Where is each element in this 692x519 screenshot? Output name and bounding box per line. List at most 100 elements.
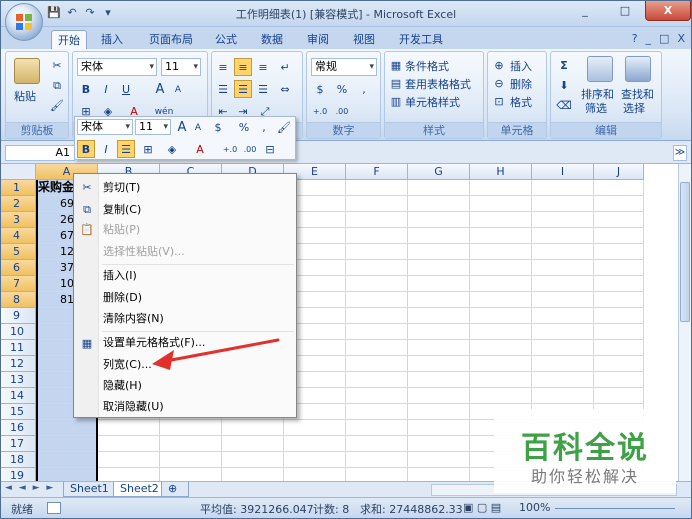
table-format-button[interactable]: 套用表格格式 xyxy=(405,76,471,92)
sheet-tab-2[interactable]: Sheet2 xyxy=(113,482,166,497)
cell-f19[interactable] xyxy=(346,468,408,481)
cell-h6[interactable] xyxy=(470,260,532,276)
cell-f8[interactable] xyxy=(346,292,408,308)
italic-button[interactable]: I xyxy=(97,80,115,98)
select-all-corner[interactable] xyxy=(1,164,36,180)
cell-b19[interactable] xyxy=(98,468,160,481)
cell-g2[interactable] xyxy=(408,196,470,212)
cell-j5[interactable] xyxy=(594,244,644,260)
cell-j3[interactable] xyxy=(594,212,644,228)
mini-percent-button[interactable]: % xyxy=(235,118,253,136)
cell-g9[interactable] xyxy=(408,308,470,324)
currency-icon[interactable]: $ xyxy=(311,80,329,98)
cell-i5[interactable] xyxy=(532,244,594,260)
align-bottom-icon[interactable]: ≡ xyxy=(254,58,272,76)
mini-shrink-font-icon[interactable]: A xyxy=(189,118,207,136)
cell-i14[interactable] xyxy=(532,388,594,404)
name-box[interactable]: A1 xyxy=(5,145,75,161)
cell-j11[interactable] xyxy=(594,340,644,356)
cell-f7[interactable] xyxy=(346,276,408,292)
row-header-14[interactable]: 14 xyxy=(1,388,36,404)
cell-f4[interactable] xyxy=(346,228,408,244)
align-left-icon[interactable]: ☰ xyxy=(214,80,232,98)
cell-j10[interactable] xyxy=(594,324,644,340)
cell-b17[interactable] xyxy=(98,436,160,452)
cell-c16[interactable] xyxy=(160,420,222,436)
view-buttons[interactable]: ▣ ▢ ▤ xyxy=(463,501,501,514)
wrap-text-icon[interactable]: ↵ xyxy=(276,58,294,76)
menu-item-hide[interactable]: 隐藏(H) xyxy=(103,376,142,396)
ribbon-minimize-button[interactable]: _ xyxy=(646,32,652,45)
cell-g13[interactable] xyxy=(408,372,470,388)
sort-filter-label-2[interactable]: 筛选 xyxy=(585,100,607,116)
cell-f6[interactable] xyxy=(346,260,408,276)
cell-h14[interactable] xyxy=(470,388,532,404)
minimize-button[interactable]: _ xyxy=(565,1,605,21)
cell-i6[interactable] xyxy=(532,260,594,276)
cell-h3[interactable] xyxy=(470,212,532,228)
tab-page-layout[interactable]: 页面布局 xyxy=(143,30,199,49)
grow-font-button[interactable]: A xyxy=(151,80,169,98)
cell-j7[interactable] xyxy=(594,276,644,292)
format-cells-button[interactable]: 格式 xyxy=(510,94,532,110)
cell-j13[interactable] xyxy=(594,372,644,388)
menu-item-column-width[interactable]: 列宽(C)... xyxy=(103,355,152,375)
mini-comma-button[interactable]: , xyxy=(255,118,273,136)
menu-item-delete[interactable]: 删除(D) xyxy=(103,288,142,308)
insert-sheet-icon[interactable]: ⊕ xyxy=(161,482,189,497)
copy-icon[interactable]: ⧉ xyxy=(48,76,66,94)
cell-h12[interactable] xyxy=(470,356,532,372)
row-header-8[interactable]: 8 xyxy=(1,292,36,308)
vertical-scroll-thumb[interactable] xyxy=(680,182,690,322)
cell-j4[interactable] xyxy=(594,228,644,244)
cell-h11[interactable] xyxy=(470,340,532,356)
cell-g6[interactable] xyxy=(408,260,470,276)
number-format-combo[interactable]: 常规 xyxy=(311,58,377,76)
cell-g7[interactable] xyxy=(408,276,470,292)
row-header-4[interactable]: 4 xyxy=(1,228,36,244)
cell-f9[interactable] xyxy=(346,308,408,324)
cell-h1[interactable] xyxy=(470,180,532,196)
increase-decimal-icon[interactable]: +.0 xyxy=(311,102,329,120)
clear-icon[interactable]: ⌫ xyxy=(555,96,573,114)
mini-bold-button[interactable]: B xyxy=(77,140,95,158)
row-header-19[interactable]: 19 xyxy=(1,468,36,481)
tab-home[interactable]: 开始 xyxy=(51,30,87,49)
sheet-nav-buttons[interactable]: ◄ ◄ ► ► xyxy=(5,483,55,493)
underline-button[interactable]: U xyxy=(117,80,135,98)
sort-filter-icon[interactable] xyxy=(587,56,613,82)
cell-d17[interactable] xyxy=(222,436,284,452)
row-header-7[interactable]: 7 xyxy=(1,276,36,292)
mini-border-icon[interactable]: ⊞ xyxy=(139,140,157,158)
formula-expand-button[interactable]: ≫ xyxy=(673,145,687,161)
percent-button[interactable]: % xyxy=(333,80,351,98)
column-header-i[interactable]: I xyxy=(532,164,594,180)
menu-item-unhide[interactable]: 取消隐藏(U) xyxy=(103,397,164,417)
row-header-13[interactable]: 13 xyxy=(1,372,36,388)
row-header-1[interactable]: 1 xyxy=(1,180,36,196)
mini-font-color-icon[interactable]: A xyxy=(191,140,209,158)
cell-j1[interactable] xyxy=(594,180,644,196)
cell-h13[interactable] xyxy=(470,372,532,388)
cell-f1[interactable] xyxy=(346,180,408,196)
sheet-tab-1[interactable]: Sheet1 xyxy=(63,482,116,497)
cell-h9[interactable] xyxy=(470,308,532,324)
shrink-font-button[interactable]: A xyxy=(169,80,187,98)
menu-item-insert[interactable]: 插入(I) xyxy=(103,266,137,286)
cell-f12[interactable] xyxy=(346,356,408,372)
find-select-icon[interactable] xyxy=(625,56,651,82)
cell-g10[interactable] xyxy=(408,324,470,340)
tab-formulas[interactable]: 公式 xyxy=(209,30,243,49)
cell-d16[interactable] xyxy=(222,420,284,436)
tab-developer[interactable]: 开发工具 xyxy=(393,30,449,49)
tab-insert[interactable]: 插入 xyxy=(95,30,129,49)
vertical-scrollbar[interactable] xyxy=(678,164,691,481)
cell-g16[interactable] xyxy=(408,420,470,436)
delete-cells-button[interactable]: 删除 xyxy=(510,76,532,92)
cell-g8[interactable] xyxy=(408,292,470,308)
tab-data[interactable]: 数据 xyxy=(255,30,289,49)
close-button[interactable]: X xyxy=(645,1,691,21)
cell-i3[interactable] xyxy=(532,212,594,228)
cell-f18[interactable] xyxy=(346,452,408,468)
mini-fill-color-icon[interactable]: ◈ xyxy=(163,140,181,158)
